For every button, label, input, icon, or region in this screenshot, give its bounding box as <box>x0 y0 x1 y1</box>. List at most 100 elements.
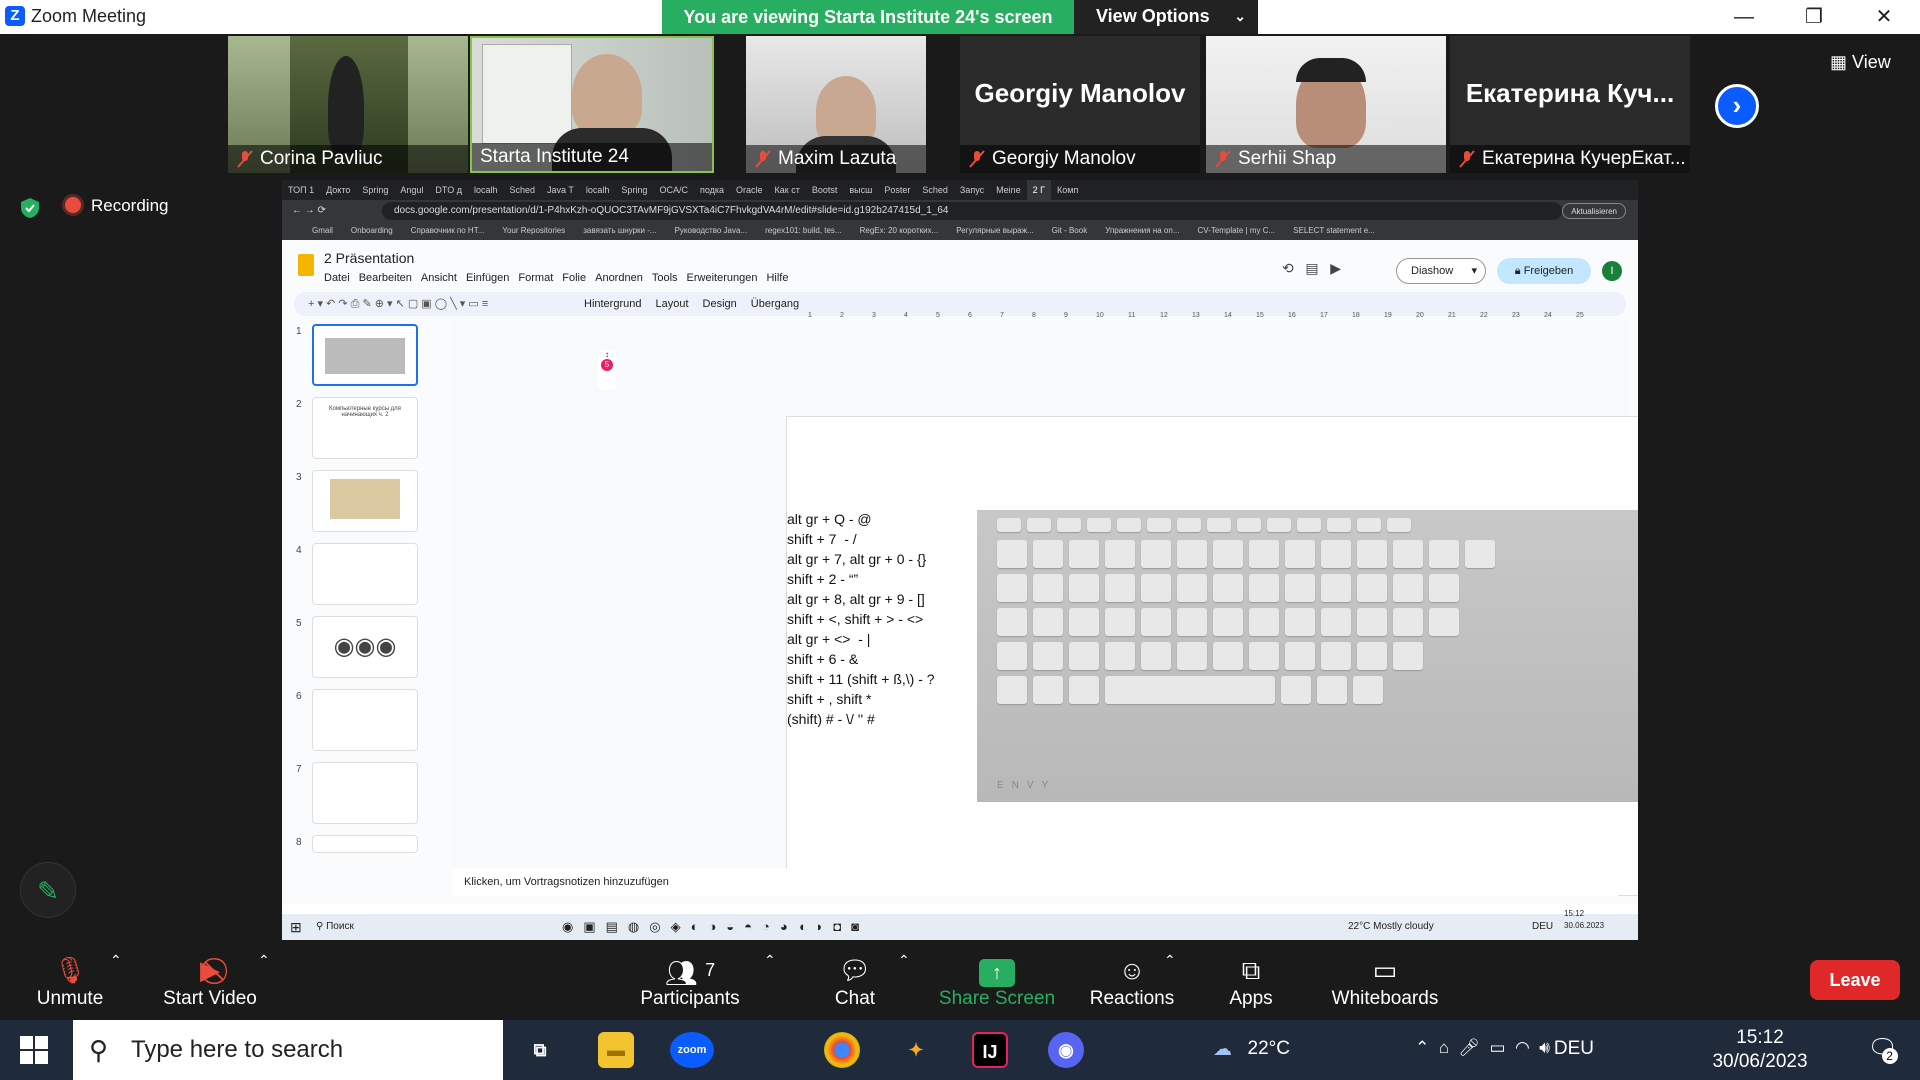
browser-tab[interactable]: localh <box>468 180 504 200</box>
browser-tab[interactable]: высш <box>843 180 878 200</box>
menu-item[interactable]: Erweiterungen <box>687 272 758 284</box>
speaker-notes[interactable]: Klicken, um Vortragsnotizen hinzuzufügen <box>452 868 1618 896</box>
browser-tab[interactable]: ТОП 1 <box>282 180 320 200</box>
notification-icon[interactable]: 🗨︎ 2 <box>1868 1034 1898 1064</box>
file-explorer-icon[interactable]: ▬ <box>598 1032 634 1068</box>
bookmark-link[interactable]: Руководство Java... <box>675 226 748 235</box>
menu-item[interactable]: Ansicht <box>421 272 457 284</box>
slide-thumbnail[interactable] <box>312 470 418 532</box>
intellij-icon[interactable]: IJ <box>972 1032 1008 1068</box>
toolbar-button[interactable]: Übergang <box>751 298 799 310</box>
apps-button[interactable]: ⧉ Apps <box>1216 952 1286 1010</box>
zoom-taskbar-icon[interactable]: zoom <box>670 1032 714 1068</box>
menu-item[interactable]: Format <box>518 272 553 284</box>
slide-thumbnail[interactable] <box>312 835 418 853</box>
browser-tab[interactable]: Poster <box>878 180 916 200</box>
next-page-arrow-icon[interactable]: › <box>1715 84 1759 128</box>
bookmark-link[interactable]: CV-Template | my C... <box>1198 226 1276 235</box>
bookmark-link[interactable]: Упражнения на on... <box>1105 226 1179 235</box>
slide-text-box[interactable]: alt gr + Q - @ shift + 7 - / alt gr + 7,… <box>787 509 935 729</box>
video-tile[interactable]: Екатерина Куч... Екатерина КучерЕкат... <box>1450 36 1690 173</box>
browser-tab[interactable]: localh <box>580 180 616 200</box>
menu-item[interactable]: Anordnen <box>595 272 643 284</box>
participants-chevron-icon[interactable]: ⌃ <box>764 952 776 969</box>
browser-tab[interactable]: Meine <box>990 180 1027 200</box>
slide[interactable]: alt gr + Q - @ shift + 7 - / alt gr + 7,… <box>786 416 1638 896</box>
video-tile[interactable]: Serhii Shap <box>1206 36 1446 173</box>
video-tile[interactable]: Corina Pavliuc <box>228 36 468 173</box>
inner-search[interactable]: ⚲ Поиск <box>316 914 354 940</box>
taskbar-clock[interactable]: 15:12 30/06/2023 <box>1700 1026 1820 1074</box>
tray-icons[interactable]: ⌃ ⌂ 🎤︎ ▭ ◠ 🔊︎ <box>1415 1038 1550 1058</box>
bookmark-link[interactable]: regex101: build, tes... <box>765 226 842 235</box>
bookmark-link[interactable]: завязать шнурки -... <box>583 226 656 235</box>
bookmark-link[interactable]: Onboarding <box>351 226 393 235</box>
bookmark-link[interactable]: RegEx: 20 коротких... <box>860 226 939 235</box>
recording-indicator[interactable]: Recording <box>65 196 169 216</box>
browser-tab[interactable]: DTO д <box>429 180 468 200</box>
participants-button[interactable]: 👥︎ 7 Participants <box>630 952 750 1010</box>
history-comment-video-icons[interactable]: ⟲ ▤ ▶ <box>1282 260 1341 277</box>
menu-item[interactable]: Einfügen <box>466 272 509 284</box>
slide-thumbnail[interactable] <box>312 689 418 751</box>
input-language[interactable]: DEU <box>1554 1038 1594 1060</box>
bookmark-link[interactable]: Справочник по НТ... <box>411 226 485 235</box>
inner-taskbar-apps-icon[interactable]: ◉▣▤◍◎◈◐◑◒◓◔◕◖◗◘◙ <box>562 914 869 940</box>
slide-thumbnail[interactable] <box>312 324 418 386</box>
browser-tab[interactable]: Bootst <box>806 180 844 200</box>
video-tile[interactable]: Maxim Lazuta <box>746 36 926 173</box>
document-title[interactable]: 2 Präsentation <box>324 250 414 266</box>
inner-start-icon[interactable]: ⊞ <box>290 914 302 940</box>
video-tile[interactable]: Georgiy Manolov Georgiy Manolov <box>960 36 1200 173</box>
browser-tab[interactable]: Java T <box>541 180 580 200</box>
task-view-icon[interactable]: ⧉ <box>522 1032 558 1068</box>
share-doc-button[interactable]: 🔒︎ Freigeben <box>1497 258 1591 284</box>
app-tool-icon[interactable]: ✦ <box>898 1032 934 1068</box>
browser-tab[interactable]: Sched <box>504 180 542 200</box>
minimize-button[interactable]: — <box>1720 2 1768 32</box>
video-options-chevron-icon[interactable]: ⌃ <box>258 952 270 969</box>
bookmark-link[interactable]: Git - Book <box>1052 226 1088 235</box>
bookmark-link[interactable]: SELECT statement e... <box>1293 226 1375 235</box>
leave-button[interactable]: Leave <box>1810 960 1900 1000</box>
slide-thumbnail[interactable]: ◉◉◉ <box>312 616 418 678</box>
nav-arrows-icon[interactable]: ← → ⟳ <box>292 200 326 222</box>
browser-tab[interactable]: Sched <box>916 180 954 200</box>
browser-tab[interactable]: Комп <box>1051 180 1084 200</box>
menu-item[interactable]: Datei <box>324 272 350 284</box>
discord-icon[interactable]: ◉ <box>1048 1032 1084 1068</box>
chat-chevron-icon[interactable]: ⌃ <box>898 952 910 969</box>
chrome-icon[interactable] <box>824 1032 860 1068</box>
chat-button[interactable]: 💬︎ Chat <box>820 952 890 1010</box>
browser-tab[interactable]: OCA/C <box>653 180 694 200</box>
video-tile-active-speaker[interactable]: Starta Institute 24 <box>470 36 714 173</box>
slide-thumbnail[interactable] <box>312 543 418 605</box>
audio-options-chevron-icon[interactable]: ⌃ <box>110 952 122 969</box>
slide-thumbnail[interactable] <box>312 762 418 824</box>
menu-item[interactable]: Hilfe <box>766 272 788 284</box>
browser-tab[interactable]: Как ст <box>769 180 806 200</box>
menu-item[interactable]: Folie <box>562 272 586 284</box>
update-button[interactable]: Aktualisieren <box>1562 203 1626 219</box>
toolbar-button[interactable]: Hintergrund <box>584 298 641 310</box>
whiteboards-button[interactable]: ▭ Whiteboards <box>1320 952 1450 1010</box>
browser-tab[interactable]: Spring <box>615 180 653 200</box>
slideshow-button[interactable]: Diashow ▾ <box>1396 258 1486 284</box>
annotate-pencil-icon[interactable]: ✎ <box>20 862 76 918</box>
view-options-button[interactable]: View Options ⌄ <box>1074 0 1258 34</box>
view-button[interactable]: ▦ View <box>1830 52 1891 73</box>
reactions-chevron-icon[interactable]: ⌃ <box>1164 952 1176 969</box>
url-field[interactable]: docs.google.com/presentation/d/1-P4hxKzh… <box>382 202 1562 220</box>
browser-tab[interactable]: Запус <box>954 180 990 200</box>
browser-tab[interactable]: подка <box>694 180 730 200</box>
browser-tab[interactable]: Spring <box>356 180 394 200</box>
user-avatar[interactable]: I <box>1602 261 1622 281</box>
browser-tab[interactable]: 2 Г <box>1026 180 1052 200</box>
toolbar-button[interactable]: Layout <box>655 298 688 310</box>
unmute-button[interactable]: 🎙︎ Unmute <box>30 952 110 1010</box>
start-video-button[interactable]: ▶︎⃠ Start Video <box>155 952 265 1010</box>
bookmark-link[interactable]: Gmail <box>312 226 333 235</box>
share-screen-button[interactable]: ↑ Share Screen <box>934 952 1060 1010</box>
side-widget-icon[interactable]: ↕ 5 <box>598 350 616 390</box>
taskbar-search[interactable]: ⚲ Type here to search <box>73 1020 503 1080</box>
